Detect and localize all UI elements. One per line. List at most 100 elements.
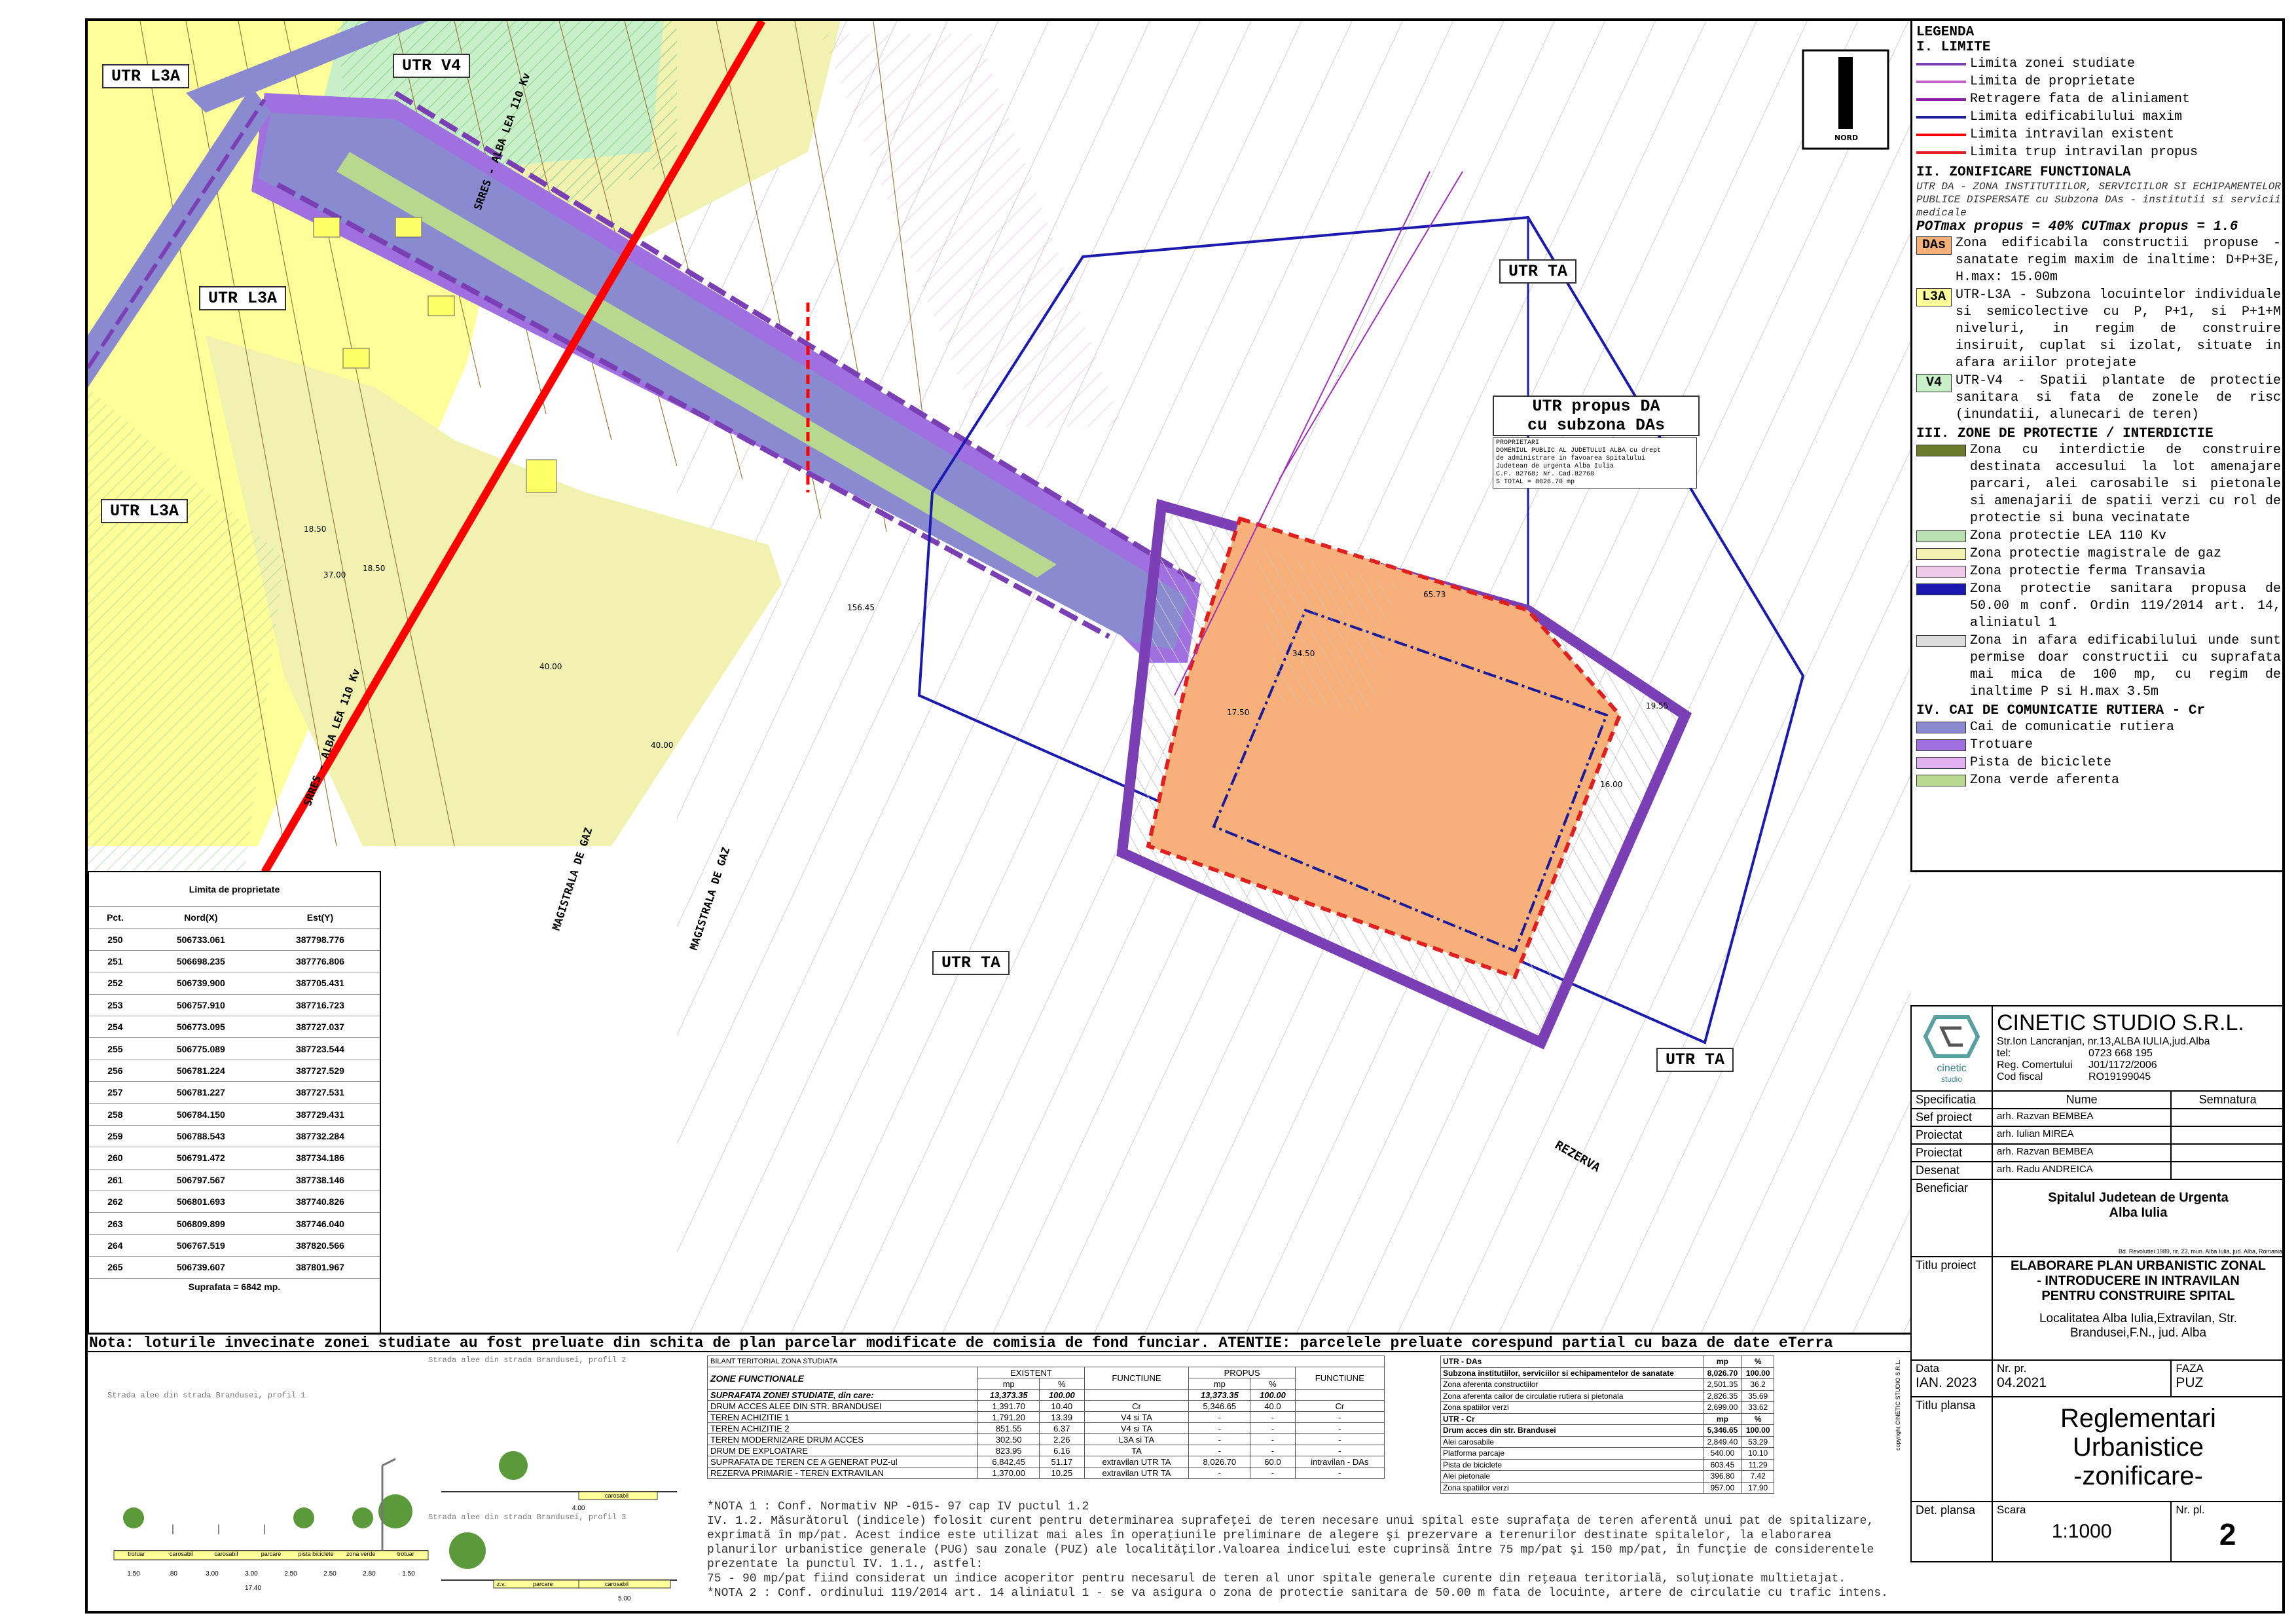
cf-label: Cod fiscal — [1997, 1071, 2043, 1082]
beneficiar-name: Spitalul Judetean de Urgenta — [2048, 1190, 2229, 1205]
faza-label: FAZA — [2176, 1362, 2204, 1375]
bilant-cell: 10.40 — [1039, 1400, 1085, 1412]
dim-label: 65.73 — [1423, 590, 1446, 599]
bilant-cell: SUPRAFATA DE TEREN CE A GENERAT PUZ-ul — [706, 1456, 979, 1467]
titlu-plansa-label: Titlu plansa — [1910, 1396, 1993, 1502]
dim-label: 40.00 — [539, 662, 562, 671]
table-row: 252 506739.900 387705.431 — [89, 972, 380, 995]
bilant-cell: 5,346.65 — [1188, 1400, 1251, 1412]
coords-cell: 262 — [89, 1190, 141, 1213]
dim-label: 16.00 — [1600, 780, 1622, 789]
utr-cell: 36.2 — [1741, 1378, 1774, 1391]
utr-header: % — [1741, 1412, 1774, 1425]
bilant-cell: DRUM ACCES ALEE DIN STR. BRANDUSEI — [706, 1400, 979, 1412]
table-row: TEREN ACHIZITIE 2 851.55 6.37 V4 si TA - - - — [706, 1422, 1385, 1434]
coords-cell: 253 — [89, 994, 141, 1016]
staff-name: arh. Iulian MIREA — [1991, 1126, 2172, 1145]
beneficiar-label: Beneficiar — [1910, 1179, 1993, 1257]
legend-label: Zona protectie magistrale de gaz — [1970, 546, 2222, 561]
coords-cell: 257 — [89, 1081, 141, 1104]
staff-role: Proiectat — [1910, 1126, 1993, 1145]
land-balance-table: BILANT TERITORIAL ZONA STUDIATA ZONE FUN… — [706, 1356, 1385, 1479]
coords-cell: 387727.529 — [260, 1060, 380, 1082]
notes: *NOTA 1 : Conf. Normativ NP -015- 97 cap… — [707, 1500, 1905, 1610]
staff-signature — [2170, 1126, 2285, 1145]
bilant-title: BILANT TERITORIAL ZONA STUDIATA — [707, 1356, 1385, 1367]
nrpr-label: Nr. pr. — [1997, 1362, 2027, 1375]
bilant-cell: Cr — [1294, 1400, 1385, 1412]
coords-cell: 387729.431 — [260, 1103, 380, 1126]
owner-line: Judetean de urgenta Alba Iulia — [1496, 463, 1614, 470]
profile3-label: carosabil — [605, 1581, 629, 1587]
legend-desc: UTR DA - ZONA INSTITUTIILOR, SERVICIILOR… — [1916, 181, 2281, 219]
company-name: CINETIC STUDIO S.R.L. — [1997, 1010, 2244, 1035]
utr-cell: Subzona institutiilor, serviciilor si ec… — [1440, 1367, 1704, 1379]
table-row: SUPRAFATA ZONEI STUDIATE, din care: 13,37… — [706, 1389, 1385, 1401]
coords-title: Limita de proprietate — [89, 872, 380, 907]
profile3-dim: 5.00 — [618, 1595, 631, 1602]
table-row: REZERVA PRIMARIE - TEREN EXTRAVILAN 1,370… — [706, 1467, 1385, 1479]
legend-swatch — [1916, 116, 1966, 119]
legend-item: V4 UTR-V4 - Spatii plantate de protectie … — [1916, 373, 2281, 424]
table-row: Pista de biciclete 603.45 11.29 — [1440, 1458, 1774, 1471]
street-profiles: Strada alee din strada Brandusei, profil… — [88, 1354, 703, 1611]
project-location: Localitatea Alba Iulia,Extravilan, Str. — [2039, 1312, 2238, 1325]
profile1-labels: trotuar carosabil carosabil parcare pista bi… — [114, 1551, 428, 1557]
bilant-unit: mp — [1188, 1378, 1251, 1390]
dim-label: 34.50 — [1292, 649, 1315, 658]
utr-label: UTR L3A — [101, 499, 189, 523]
profile-segment-label: parcare — [261, 1551, 282, 1557]
table-row: Zona aferenta cailor de circulatie rutie… — [1440, 1390, 1774, 1402]
profile-segment-label: trotuar — [128, 1551, 145, 1557]
bilant-cell: - — [1294, 1467, 1385, 1479]
legend-item: Zona protectie magistrale de gaz — [1916, 545, 2281, 563]
utr-label: UTR L3A — [102, 64, 190, 88]
bilant-cell — [1084, 1389, 1190, 1401]
coords-cell: 260 — [89, 1147, 141, 1170]
scara-label: Scara — [1997, 1504, 2026, 1516]
bilant-col: PROPUS — [1188, 1367, 1296, 1378]
table-row: Alei pietonale 396.80 7.42 — [1440, 1470, 1774, 1483]
reg-value: J01/1172/2006 — [2088, 1060, 2157, 1071]
table-row: 262 506801.693 387740.826 — [89, 1190, 380, 1213]
legend-swatch — [1916, 757, 1966, 769]
table-row: Drum acces din str. Brandusei 5,346.65 100… — [1440, 1424, 1774, 1437]
coords-cell: 387716.723 — [260, 994, 380, 1016]
legend-item: Cai de comunicatie rutiera — [1916, 719, 2281, 736]
utr-header-row: UTR - DAs mp% — [1440, 1356, 1774, 1368]
cinetic-logo-icon — [1923, 1014, 1980, 1058]
coords-cell: 506801.693 — [141, 1190, 261, 1213]
table-row: Zona spatiilor verzi 2,699.00 33.62 — [1440, 1401, 1774, 1414]
bilant-cell: TA — [1084, 1445, 1190, 1456]
legend-label: Limita zonei studiate — [1970, 56, 2136, 71]
bilant-cell: L3A si TA — [1084, 1433, 1190, 1445]
staff-row: Desenat arh. Radu ANDREICA — [1910, 1161, 2285, 1180]
legend-label: UTR-L3A - Subzona locuintelor individual… — [1956, 287, 2281, 371]
profile2-dim: 4.00 — [572, 1505, 585, 1512]
bilant-cell: 1,791.20 — [977, 1411, 1040, 1423]
utr-cell: Zona spatiilor verzi — [1440, 1481, 1704, 1494]
legend-swatch — [1916, 445, 1966, 456]
utr-cell: Drum acces din str. Brandusei — [1440, 1424, 1704, 1437]
utr-cell: Zona spatiilor verzi — [1440, 1401, 1704, 1414]
table-row: 254 506773.095 387727.037 — [89, 1016, 380, 1039]
profile1-total: 17.40 — [245, 1585, 262, 1592]
legend-title: LEGENDA — [1916, 25, 1975, 40]
project-title: ELABORARE PLAN URBANISTIC ZONAL — [2011, 1259, 2266, 1273]
nrpl-value: 2 — [2219, 1517, 2236, 1551]
profile-segment-label: trotuar — [397, 1551, 414, 1557]
bilant-cell: 100.00 — [1039, 1389, 1085, 1401]
coords-header: Est(Y) — [260, 907, 380, 929]
profile-segment-label: zona verde — [346, 1551, 376, 1557]
bilant-cell: - — [1188, 1433, 1251, 1445]
profile3-label: parcare — [533, 1581, 553, 1587]
legend-label: Zona cu interdictie de construire destin… — [1970, 443, 2281, 526]
copyright: copyright CINETIC STUDIO S.R.L. — [1895, 1359, 1901, 1450]
tel-label: tel: — [1997, 1048, 2011, 1059]
coords-cell: 263 — [89, 1212, 141, 1235]
utr-cell: 100.00 — [1741, 1367, 1774, 1379]
coords-cell: 506809.899 — [141, 1212, 261, 1235]
utr-header: UTR - Cr — [1440, 1412, 1704, 1425]
note-text: *NOTA 1 : Conf. Normativ NP -015- 97 cap… — [707, 1500, 1089, 1513]
tel-value: 0723 668 195 — [2088, 1048, 2153, 1059]
